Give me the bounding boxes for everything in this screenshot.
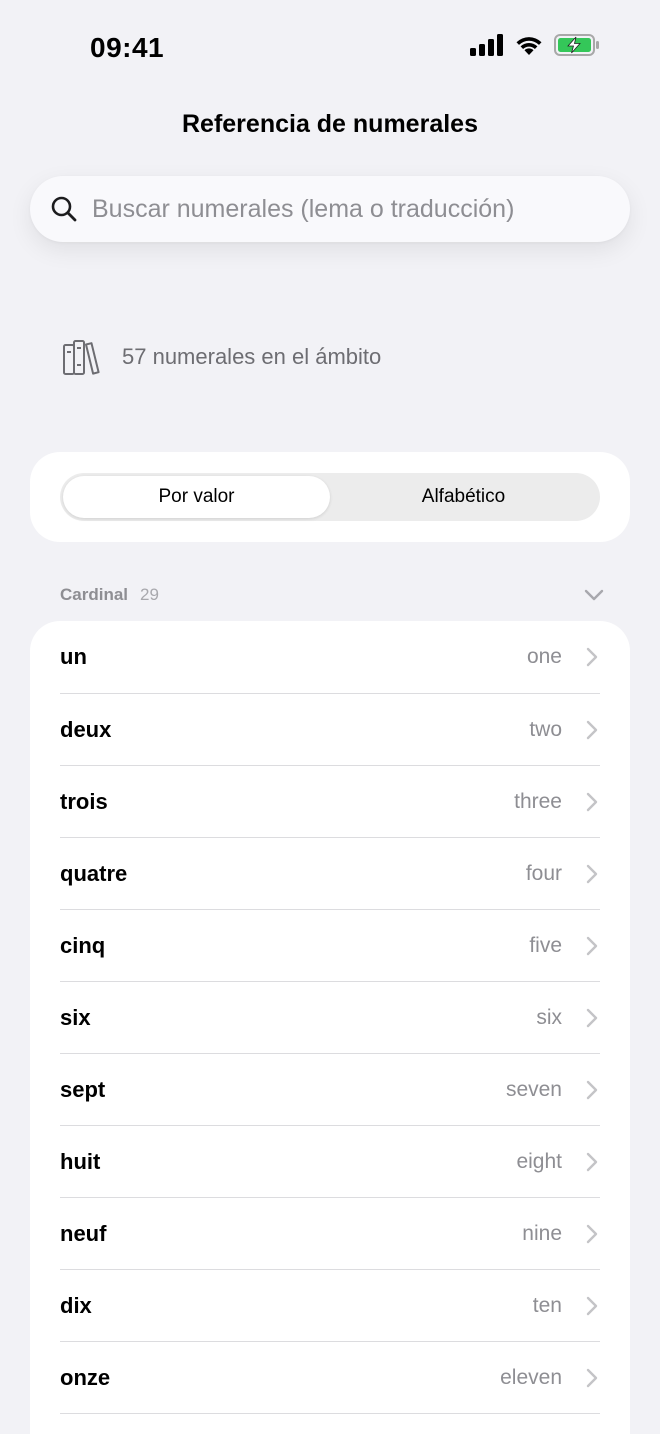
list-item[interactable]: neuf nine bbox=[60, 1197, 600, 1269]
lemma: un bbox=[60, 644, 87, 669]
list-item[interactable]: onze eleven bbox=[60, 1341, 600, 1413]
cellular-signal-icon bbox=[470, 34, 504, 61]
status-bar: 09:41 bbox=[0, 0, 660, 96]
battery-charging-icon bbox=[554, 34, 600, 61]
translation: seven bbox=[505, 1077, 562, 1101]
chevron-right-icon bbox=[584, 1151, 600, 1173]
section-header-cardinal[interactable]: Cardinal 29 bbox=[60, 582, 605, 608]
chevron-down-icon[interactable] bbox=[583, 584, 605, 606]
lemma: trois bbox=[60, 788, 108, 814]
list-item[interactable]: sept seven bbox=[60, 1053, 600, 1125]
search-input[interactable] bbox=[92, 194, 630, 224]
wifi-icon bbox=[514, 34, 544, 61]
list-item[interactable]: deux two bbox=[60, 693, 600, 765]
lemma: huit bbox=[60, 1148, 101, 1174]
lemma: deux bbox=[60, 716, 112, 742]
lemma: quatre bbox=[60, 860, 128, 886]
status-time: 09:41 bbox=[90, 32, 165, 63]
screen: 09:41 Referencia de numerales Buscar num… bbox=[0, 0, 660, 1434]
list-item[interactable]: cinq five bbox=[60, 909, 600, 981]
list-item-partial[interactable] bbox=[60, 1413, 600, 1434]
list-item[interactable]: un one bbox=[60, 621, 600, 693]
section-count: 29 bbox=[140, 585, 159, 604]
lemma: sept bbox=[60, 1076, 106, 1102]
translation: five bbox=[529, 933, 562, 957]
chevron-right-icon bbox=[584, 935, 600, 957]
sort-card: Por valor Alfabético bbox=[30, 452, 630, 542]
list-item[interactable]: huit eight bbox=[60, 1125, 600, 1197]
search-bar[interactable] bbox=[30, 176, 630, 242]
scope-count-text: 57 numerales en el ámbito bbox=[122, 344, 382, 369]
search-icon bbox=[50, 195, 78, 223]
lemma: cinq bbox=[60, 932, 106, 958]
translation: four bbox=[525, 861, 562, 885]
translation: eight bbox=[516, 1149, 562, 1173]
page-title: Referencia de numerales bbox=[182, 110, 478, 138]
list-item[interactable]: six six bbox=[60, 981, 600, 1053]
translation: nine bbox=[522, 1221, 562, 1245]
translation: six bbox=[536, 1005, 562, 1029]
translation: eleven bbox=[500, 1365, 562, 1389]
translation: ten bbox=[532, 1293, 562, 1317]
lemma: neuf bbox=[60, 1220, 107, 1246]
chevron-right-icon bbox=[584, 1223, 600, 1245]
lemma: six bbox=[60, 1004, 91, 1030]
chevron-right-icon bbox=[584, 646, 600, 668]
translation: three bbox=[514, 789, 562, 813]
chevron-right-icon bbox=[584, 1295, 600, 1317]
chevron-right-icon bbox=[584, 791, 600, 813]
chevron-right-icon bbox=[584, 1367, 600, 1389]
list-item[interactable]: quatre four bbox=[60, 837, 600, 909]
segment-alphabetical[interactable]: Alfabético bbox=[330, 476, 597, 518]
lemma: onze bbox=[60, 1364, 111, 1390]
list-item[interactable]: trois three bbox=[60, 765, 600, 837]
translation: two bbox=[529, 717, 562, 741]
lemma: dix bbox=[60, 1292, 92, 1318]
section-title: Cardinal bbox=[60, 585, 129, 604]
list-item[interactable]: dix ten bbox=[60, 1269, 600, 1341]
chevron-right-icon bbox=[584, 719, 600, 741]
chevron-right-icon bbox=[584, 1079, 600, 1101]
sort-segmented-control: Por valor Alfabético bbox=[60, 473, 600, 521]
chevron-right-icon bbox=[584, 1007, 600, 1029]
chevron-right-icon bbox=[584, 863, 600, 885]
status-icons bbox=[470, 34, 600, 61]
books-icon bbox=[62, 338, 102, 376]
segment-by-value[interactable]: Por valor bbox=[63, 476, 330, 518]
scope-count-row: 57 numerales en el ámbito bbox=[62, 338, 381, 376]
numeral-list: un one deux two trois three quatre four … bbox=[30, 621, 630, 1434]
translation: one bbox=[526, 645, 562, 668]
